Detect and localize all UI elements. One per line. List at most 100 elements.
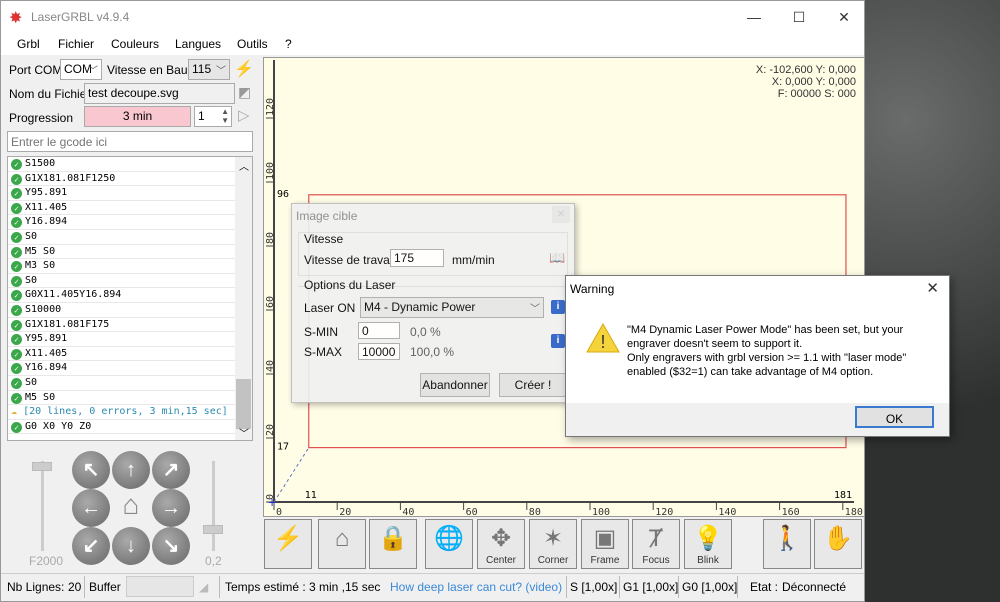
speed-slider-thumb[interactable]: [32, 462, 52, 471]
unlock-icon: 🔒: [378, 525, 408, 552]
create-button[interactable]: Créer !: [499, 373, 567, 397]
gcode-scrollbar[interactable]: ︿ ﹀: [235, 157, 252, 440]
eraser-icon[interactable]: ◩: [238, 84, 251, 101]
jog-e-button[interactable]: →: [152, 489, 190, 527]
menu-fichier[interactable]: Fichier: [58, 37, 94, 51]
warning-line: engraver doesn't seem to support it.: [627, 338, 803, 350]
frame-button[interactable]: ▣ Frame: [581, 519, 629, 569]
jog-w-button[interactable]: ←: [72, 489, 110, 527]
jog-se-button[interactable]: ↘: [152, 527, 190, 565]
check-icon: ✓: [11, 261, 22, 273]
world-position-button[interactable]: 🌐: [425, 519, 473, 569]
reset-button[interactable]: ⚡: [264, 519, 312, 569]
g1-override[interactable]: G1 [1,00x]: [623, 580, 678, 594]
gcode-line: ✓ M3 S0: [8, 259, 252, 274]
gcode-line: ✓ S10000: [8, 303, 252, 318]
info-icon[interactable]: i: [551, 300, 565, 314]
jog-ne-button[interactable]: ↗: [152, 451, 190, 489]
jog-nw-button[interactable]: ↖: [72, 451, 110, 489]
file-field[interactable]: test decoupe.svg: [84, 83, 235, 104]
video-link[interactable]: How deep laser can cut? (video): [390, 580, 562, 594]
smin-percent: 0,0 %: [410, 325, 441, 339]
home-icon[interactable]: ⌂: [112, 489, 150, 527]
check-icon: ✓: [11, 421, 22, 433]
speed-input[interactable]: 175: [390, 249, 444, 267]
menu-langues[interactable]: Langues: [175, 37, 221, 51]
play-icon[interactable]: ▷: [238, 106, 250, 124]
book-icon[interactable]: 📖: [549, 250, 565, 266]
buffer-bar: [126, 576, 194, 597]
ok-button[interactable]: OK: [855, 406, 934, 428]
gcode-line: ✓ G0X11.405Y16.894: [8, 288, 252, 303]
blink-button[interactable]: 💡 Blink: [684, 519, 732, 569]
stop-button[interactable]: ✋: [814, 519, 862, 569]
smax-input[interactable]: 10000: [358, 343, 400, 360]
minimize-button[interactable]: —: [731, 5, 777, 29]
world-position-icon: 🌐: [434, 525, 464, 552]
divider: [678, 576, 679, 598]
laser-on-select[interactable]: M4 - Dynamic Power ﹀: [360, 297, 544, 318]
menu-couleurs[interactable]: Couleurs: [111, 37, 159, 51]
close-button[interactable]: ✕: [821, 5, 867, 29]
smin-label: S-MIN: [304, 325, 338, 339]
y-tick-label: 40: [265, 360, 276, 372]
x-tick-label: 20: [339, 507, 351, 516]
jog-sw-button[interactable]: ↙: [72, 527, 110, 565]
time-label: Temps estimé :: [225, 580, 306, 594]
menu-help[interactable]: ?: [285, 37, 292, 51]
step-slider-thumb[interactable]: [203, 525, 223, 534]
stepper-arrows-icon[interactable]: ▲ ▼: [221, 107, 229, 125]
warning-icon: !: [586, 322, 620, 353]
dialog-title: Image cible: [296, 209, 358, 223]
check-icon: ✓: [11, 377, 22, 389]
smax-percent: 100,0 %: [410, 345, 455, 359]
gcode-line: ✓ M5 S0: [8, 245, 252, 260]
warning-message: "M4 Dynamic Laser Power Mode" has been s…: [627, 323, 906, 379]
g0-override[interactable]: G0 [1,00x]: [682, 580, 737, 594]
check-icon: ✓: [11, 246, 22, 258]
corner-button[interactable]: ✶ Corner: [529, 519, 577, 569]
cancel-button[interactable]: Abandonner: [420, 373, 490, 397]
x-mark-label: 11: [305, 490, 317, 501]
chevron-down-icon: ﹀: [530, 304, 540, 315]
homing-button[interactable]: ⌂: [318, 519, 366, 569]
scrollbar-thumb[interactable]: [236, 379, 251, 429]
coordinate-readout: X: -102,600 Y: 0,000 X: 0,000 Y: 0,000 F…: [756, 64, 856, 100]
lines-value: 20: [68, 580, 82, 594]
scroll-down-icon[interactable]: ﹀: [239, 425, 249, 440]
step-value: 0,2: [205, 554, 222, 568]
jog-s-button[interactable]: ↓: [112, 527, 150, 565]
y-tick-label: 60: [265, 296, 276, 308]
x-tick-label: 80: [529, 507, 541, 516]
unlock-button[interactable]: 🔒: [369, 519, 417, 569]
step-slider[interactable]: [212, 461, 215, 551]
menu-outils[interactable]: Outils: [237, 37, 268, 51]
port-select[interactable]: COM ﹀: [60, 59, 102, 80]
menu-grbl[interactable]: Grbl: [17, 37, 40, 51]
port-label: Port COM: [9, 63, 63, 77]
info-icon[interactable]: i: [551, 334, 565, 348]
copies-stepper[interactable]: 1 ▲ ▼: [194, 106, 232, 127]
warning-close-button[interactable]: ✕: [926, 279, 939, 297]
resume-button[interactable]: 🚶: [763, 519, 811, 569]
buffer-icon: ◢: [199, 580, 209, 594]
buffer-label: Buffer: [89, 580, 121, 594]
gcode-input[interactable]: [7, 131, 253, 152]
gcode-line: ✓ X11.405: [8, 347, 252, 362]
center-button[interactable]: ✥ Center: [477, 519, 525, 569]
speed-label: Vitesse de travail: [304, 253, 396, 267]
baud-select[interactable]: 115 ﹀: [188, 59, 230, 80]
dialog-close-button[interactable]: ✕: [552, 206, 570, 223]
frame-icon: ▣: [593, 525, 617, 552]
speed-slider[interactable]: [41, 461, 44, 551]
s-override[interactable]: S [1,00x]: [570, 580, 617, 594]
jog-n-button[interactable]: ↑: [112, 451, 150, 489]
gcode-line-text: Y16.894: [25, 216, 68, 228]
divider: [737, 576, 738, 598]
maximize-button[interactable]: ☐: [776, 5, 822, 29]
smin-input[interactable]: 0: [358, 322, 400, 339]
scroll-up-icon[interactable]: ︿: [239, 158, 249, 173]
focus-button[interactable]: Ⱦ Focus: [632, 519, 680, 569]
connect-icon[interactable]: ⚡: [234, 59, 254, 79]
divider: [84, 576, 85, 598]
